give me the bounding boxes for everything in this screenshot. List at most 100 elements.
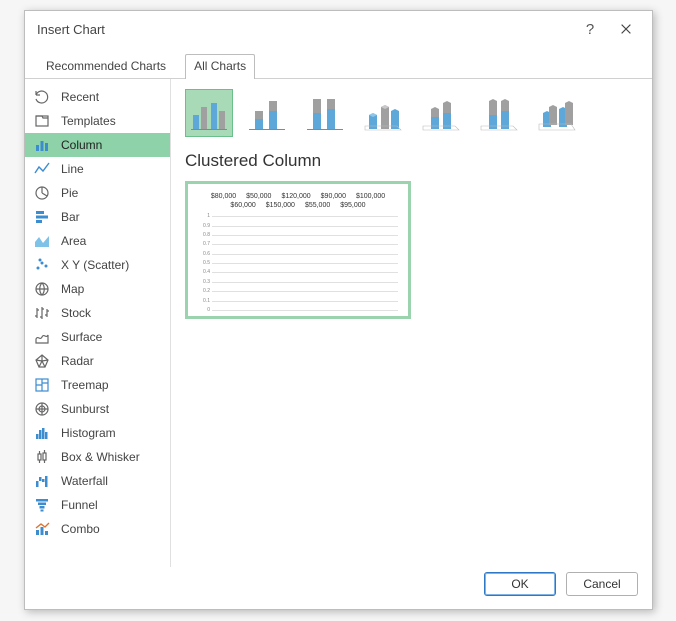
y-tick: 0.3 [194,279,210,285]
radar-icon [33,352,51,370]
subtype-3d-stacked-column[interactable] [417,89,465,137]
ok-button[interactable]: OK [484,572,556,596]
histogram-icon [33,424,51,442]
line-icon [33,160,51,178]
sidebar-item-templates[interactable]: Templates [25,109,170,133]
dialog-titlebar: Insert Chart ? [25,11,652,47]
dialog-title: Insert Chart [37,22,105,37]
chart-preview-legend: $80,000 $50,000 $120,000 $90,000 $100,00… [194,192,402,210]
sidebar-item-label: Area [61,234,86,248]
legend-value: $95,000 [340,201,365,210]
sidebar-item-stock[interactable]: Stock [25,301,170,325]
sidebar-item-area[interactable]: Area [25,229,170,253]
legend-value: $120,000 [281,192,310,201]
legend-value: $50,000 [246,192,271,201]
sidebar-item-label: Pie [61,186,78,200]
3d-stacked-column-icon [421,93,461,133]
sidebar-item-column[interactable]: Column [25,133,170,157]
subtype-3d-column[interactable] [533,89,581,137]
y-tick: 0.7 [194,241,210,247]
stock-icon [33,304,51,322]
sidebar-item-label: Surface [61,330,102,344]
y-tick: 0.5 [194,260,210,266]
y-tick: 0.6 [194,251,210,257]
sidebar-item-label: Radar [61,354,94,368]
sidebar-item-pie[interactable]: Pie [25,181,170,205]
tab-row: Recommended Charts All Charts [25,53,652,79]
bar-icon [33,208,51,226]
insert-chart-dialog: Insert Chart ? Recommended Charts All Ch… [24,10,653,610]
dialog-footer: OK Cancel [25,567,652,609]
sidebar-item-label: Line [61,162,84,176]
combo-icon [33,520,51,538]
sidebar-item-label: Waterfall [61,474,108,488]
sidebar-item-label: Combo [61,522,100,536]
stacked-column-icon [247,93,287,133]
3d-column-icon [537,93,577,133]
sidebar-item-funnel[interactable]: Funnel [25,493,170,517]
subtype-clustered-column[interactable] [185,89,233,137]
sidebar-item-surface[interactable]: Surface [25,325,170,349]
y-tick: 0.9 [194,223,210,229]
treemap-icon [33,376,51,394]
help-button[interactable]: ? [574,21,606,38]
3d-clustered-column-icon [363,93,403,133]
sidebar-item-label: Histogram [61,426,116,440]
scatter-icon [33,256,51,274]
sidebar-item-line[interactable]: Line [25,157,170,181]
sidebar-item-label: Treemap [61,378,109,392]
legend-value: $60,000 [230,201,255,210]
close-button[interactable] [606,15,646,43]
chart-preview-plot: 1 0.9 0.8 0.7 0.6 0.5 0.4 0.3 0.2 0.1 0 [194,216,402,310]
subtype-stacked-column[interactable] [243,89,291,137]
sidebar-item-label: Stock [61,306,91,320]
sidebar-item-label: Funnel [61,498,98,512]
chart-preview[interactable]: $80,000 $50,000 $120,000 $90,000 $100,00… [185,181,411,319]
legend-value: $150,000 [266,201,295,210]
sunburst-icon [33,400,51,418]
legend-value: $55,000 [305,201,330,210]
sidebar-item-scatter[interactable]: X Y (Scatter) [25,253,170,277]
subtype-3d-clustered-column[interactable] [359,89,407,137]
sidebar-item-combo[interactable]: Combo [25,517,170,541]
y-tick: 0.1 [194,298,210,304]
area-icon [33,232,51,250]
box-whisker-icon [33,448,51,466]
sidebar-item-label: Column [61,138,102,152]
100-stacked-column-icon [305,93,345,133]
y-tick: 0.2 [194,288,210,294]
sidebar-item-waterfall[interactable]: Waterfall [25,469,170,493]
column-subtype-row [185,89,638,137]
sidebar-item-label: Box & Whisker [61,450,140,464]
map-icon [33,280,51,298]
sidebar-item-label: Recent [61,90,99,104]
tab-recommended[interactable]: Recommended Charts [37,54,175,79]
sidebar-item-recent[interactable]: Recent [25,85,170,109]
subtype-3d-100-stacked-column[interactable] [475,89,523,137]
subtype-100-stacked-column[interactable] [301,89,349,137]
pie-icon [33,184,51,202]
sidebar-item-radar[interactable]: Radar [25,349,170,373]
3d-100-stacked-column-icon [479,93,519,133]
sidebar-item-label: Templates [61,114,116,128]
y-tick: 1 [194,213,210,219]
close-icon [619,22,633,36]
column-icon [33,136,51,154]
y-tick: 0.8 [194,232,210,238]
sidebar-item-label: Sunburst [61,402,109,416]
sidebar-item-histogram[interactable]: Histogram [25,421,170,445]
sidebar-item-label: Bar [61,210,80,224]
waterfall-icon [33,472,51,490]
sidebar-item-sunburst[interactable]: Sunburst [25,397,170,421]
surface-icon [33,328,51,346]
recent-icon [33,88,51,106]
sidebar-item-boxwhisker[interactable]: Box & Whisker [25,445,170,469]
chart-category-sidebar: Recent Templates Column Line Pie Bar [25,79,171,567]
sidebar-item-bar[interactable]: Bar [25,205,170,229]
cancel-button[interactable]: Cancel [566,572,638,596]
sidebar-item-treemap[interactable]: Treemap [25,373,170,397]
tab-all-charts[interactable]: All Charts [185,54,255,79]
sidebar-item-label: Map [61,282,84,296]
sidebar-item-map[interactable]: Map [25,277,170,301]
legend-value: $90,000 [321,192,346,201]
